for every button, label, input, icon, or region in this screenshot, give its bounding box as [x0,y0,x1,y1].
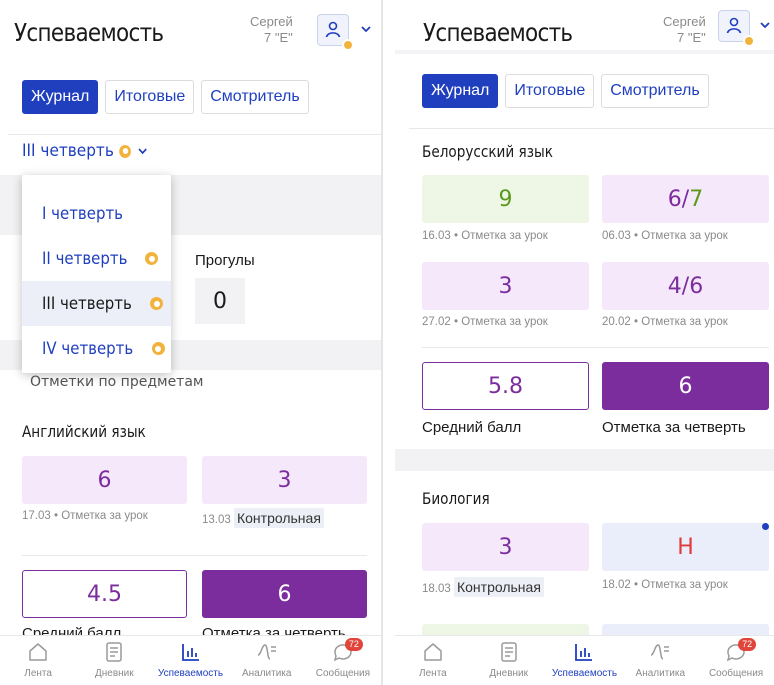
tab-journal[interactable]: Журнал [422,74,499,108]
mark-cell[interactable]: Н [602,523,769,571]
user-info: Сергей 7 "Е" [663,14,706,46]
unread-dot [762,523,769,530]
section-title: Отметки по предметам [30,374,204,390]
tab-observer[interactable]: Смотритель [201,80,309,114]
nav-analytics[interactable]: Аналитика [622,636,698,685]
quarter-mark-label: Отметка за четверть [602,419,746,436]
quarter-selector[interactable]: III четверть [22,141,149,161]
chevron-down-icon [138,148,147,155]
bottom-nav: Лента Дневник Успеваемость Аналитика 72 … [395,635,774,685]
user-icon [325,21,341,38]
home-icon [424,643,442,661]
home-icon [29,643,47,661]
mark-cell[interactable]: 6 [22,456,187,504]
chart-icon [181,644,199,661]
mark-cell[interactable]: 3 [202,456,367,504]
divider [422,347,769,348]
page-title: Успеваемость [14,18,164,47]
dropdown-item-q1[interactable]: I четверть [22,191,171,236]
nav-diary[interactable]: Дневник [76,636,152,685]
absences-label: Прогулы [195,252,255,269]
mark-meta: 18.03 Контрольная [422,577,544,597]
mark-cell[interactable]: 6/7 [602,175,769,223]
user-name: Сергей [663,14,706,29]
quarter-selected: III четверть [22,141,114,161]
user-class: 7 "Е" [264,30,293,45]
chevron-down-icon[interactable] [758,18,772,32]
chart-icon [575,644,593,661]
average-score: 5.8 [422,362,589,410]
dropdown-item-q2[interactable]: II четверть [22,236,171,281]
nav-progress[interactable]: Успеваемость [547,636,623,685]
dropdown-item-q4[interactable]: IV четверть [22,326,171,371]
subject-title: Белорусский язык [422,142,553,161]
mark-meta: 27.02 • Отметка за урок [422,316,548,328]
mark-cell[interactable]: 3 [422,523,589,571]
tab-journal[interactable]: Журнал [22,80,99,114]
quarter-mark: 6 [602,362,769,410]
divider [409,128,774,129]
analytics-icon [257,644,276,660]
tab-bar: Журнал Итоговые Смотритель [22,80,309,114]
dropdown-item-q3[interactable]: III четверть [22,281,171,326]
divider [8,134,381,135]
bottom-nav: Лента Дневник Успеваемость Аналитика 72 … [0,635,381,685]
star-icon [151,342,165,355]
diary-icon [106,642,123,662]
absences-value: 0 [195,278,245,324]
divider [22,555,367,556]
tab-observer[interactable]: Смотритель [601,74,709,108]
mark-meta: 16.03 • Отметка за урок [422,230,548,242]
nav-diary[interactable]: Дневник [471,636,547,685]
tab-final[interactable]: Итоговые [105,80,195,114]
screen-divider [381,0,383,685]
nav-messages[interactable]: 72 Сообщения [305,636,381,685]
user-info: Сергей 7 "Е" [250,14,293,46]
user-icon [726,17,742,34]
subject-title: Английский язык [22,422,146,441]
tab-final[interactable]: Итоговые [505,74,595,108]
user-class: 7 "Е" [677,30,706,45]
mark-cell[interactable]: 4/6 [602,262,769,310]
mark-meta: 17.03 • Отметка за урок [22,510,148,522]
star-icon [150,297,164,310]
chevron-down-icon[interactable] [359,22,373,36]
tab-bar: Журнал Итоговые Смотритель [422,74,709,108]
nav-feed[interactable]: Лента [0,636,76,685]
header-shadow [395,50,774,54]
mark-meta: 06.03 • Отметка за урок [602,230,728,242]
user-name: Сергей [250,14,293,29]
left-screen: Успеваемость Сергей 7 "Е" Журнал Итоговы… [0,0,381,685]
avatar-badge [743,35,755,47]
avatar-badge [342,39,354,51]
nav-feed[interactable]: Лента [395,636,471,685]
mark-meta: 13.03 Контрольная [202,508,324,528]
mark-cell[interactable]: 3 [422,262,589,310]
star-icon [119,144,131,158]
star-icon [145,252,159,265]
mark-meta: 18.02 • Отметка за урок [602,579,728,591]
average-label: Средний балл [422,419,522,436]
avatar[interactable] [718,10,755,47]
average-score: 4.5 [22,570,187,618]
diary-icon [500,642,517,662]
mark-meta: 20.02 • Отметка за урок [602,316,728,328]
page-title: Успеваемость [423,18,573,47]
nav-progress[interactable]: Успеваемость [152,636,228,685]
avatar[interactable] [317,14,354,51]
messages-badge: 72 [738,638,757,651]
nav-analytics[interactable]: Аналитика [229,636,305,685]
analytics-icon [651,644,670,660]
mark-cell[interactable]: 9 [422,175,589,223]
nav-messages[interactable]: 72 Сообщения [698,636,774,685]
subject-title: Биология [422,489,490,508]
messages-badge: 72 [344,638,363,651]
section-gray [395,449,774,471]
quarter-dropdown: I четверть II четверть III четверть IV ч… [22,175,171,373]
quarter-mark: 6 [202,570,367,618]
right-screen: Успеваемость Сергей 7 "Е" Журнал Итоговы… [395,0,774,685]
